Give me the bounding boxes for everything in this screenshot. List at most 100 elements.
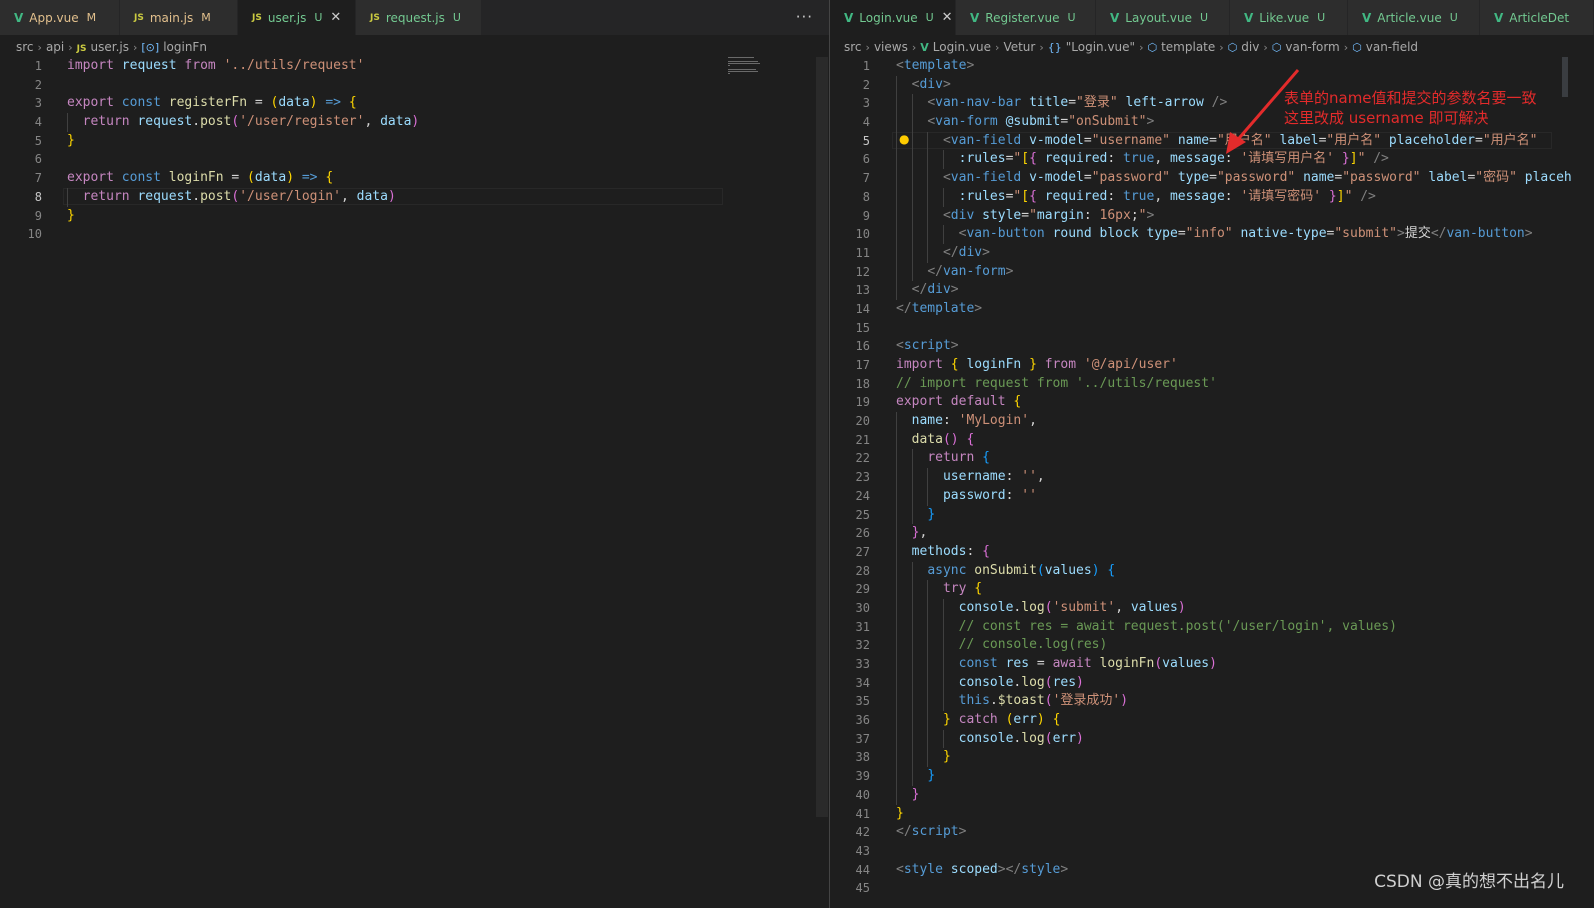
code-text: async onSubmit(values) {	[896, 562, 1115, 581]
cube-icon: ⬡	[1271, 41, 1282, 54]
chevron-right-icon: ›	[911, 40, 917, 54]
breadcrumb-label: views	[873, 40, 908, 54]
code-token: </	[911, 282, 928, 298]
code-token: =	[223, 170, 248, 186]
code-token: err	[1052, 730, 1077, 746]
breadcrumb-item[interactable]: {} "Login.vue"	[1048, 40, 1135, 54]
code-text: data() {	[896, 431, 975, 450]
code-editor-login-vue[interactable]: 1 <template> 2 <div> 3 <van-nav-bar title="…	[830, 57, 1594, 898]
tab-login-vue[interactable]: V Login.vue U ✕	[830, 0, 956, 35]
code-token: ()	[942, 431, 959, 447]
breadcrumb-item[interactable]: src	[844, 40, 862, 54]
breadcrumb-item[interactable]: ⬡ template	[1147, 40, 1215, 54]
code-token: <	[896, 58, 904, 73]
code-token: van-button	[1446, 226, 1525, 242]
line-number: 31	[855, 619, 870, 634]
breadcrumb-item[interactable]: ⬡ div	[1228, 40, 1260, 54]
code-token: "password"	[1216, 170, 1296, 186]
code-token: )	[1076, 730, 1084, 746]
code-line: 26 },	[830, 524, 1594, 543]
tab-article-vue[interactable]: V Article.vue U	[1348, 0, 1480, 35]
breadcrumb-label: user.js	[90, 40, 129, 54]
code-text: }	[67, 132, 75, 151]
tab-layout-vue[interactable]: V Layout.vue U	[1096, 0, 1230, 35]
tab-request-js[interactable]: JS request.js U	[356, 0, 482, 35]
code-line: 7 <van-field v-model="password" type="pa…	[830, 169, 1594, 188]
line-number: 16	[855, 339, 870, 354]
code-token: ,	[919, 525, 928, 541]
close-icon[interactable]: ✕	[330, 10, 341, 25]
breadcrumb-item[interactable]: Vetur	[1003, 40, 1035, 54]
code-line: 19 export default {	[830, 393, 1594, 412]
git-status-badge: M	[86, 11, 97, 24]
tab-articledet[interactable]: V ArticleDet	[1480, 0, 1594, 35]
code-token: }	[1328, 188, 1337, 204]
code-token: "密码"	[1475, 170, 1517, 186]
line-number: 3	[862, 96, 870, 111]
tab-label: Register.vue	[985, 10, 1060, 25]
code-line: 10	[0, 225, 829, 244]
code-token: v-model	[1029, 132, 1084, 148]
lightbulb-icon[interactable]: ●	[899, 132, 909, 146]
chevron-right-icon: ›	[1139, 40, 1144, 54]
code-token: res	[1005, 656, 1030, 671]
more-actions-icon[interactable]: ···	[796, 8, 813, 26]
breadcrumb-item[interactable]: api	[46, 40, 64, 54]
js-file-icon: JS	[370, 12, 380, 23]
breadcrumb-item[interactable]: V Login.vue	[920, 40, 991, 54]
tab-app-vue[interactable]: V App.vue M	[0, 0, 120, 35]
code-text: </div>	[896, 244, 990, 263]
close-icon[interactable]: ✕	[942, 10, 953, 25]
tab-main-js[interactable]: JS main.js M	[120, 0, 238, 35]
code-line: 6 :rules="[{ required: true, message: '请…	[830, 150, 1594, 170]
breadcrumb-item[interactable]: [⊙] loginFn	[141, 40, 207, 54]
breadcrumb-item[interactable]: views	[874, 40, 908, 54]
code-token: request	[137, 188, 193, 204]
cube-icon: ⬡	[1147, 41, 1158, 54]
breadcrumb-item[interactable]: ⬡ van-field	[1352, 40, 1418, 54]
code-token: label	[1428, 170, 1468, 186]
breadcrumb-item[interactable]: ⬡ van-form	[1272, 40, 1340, 54]
tab-register-vue[interactable]: V Register.vue U	[956, 0, 1096, 35]
overview-ruler[interactable]	[1562, 57, 1568, 97]
code-token: 'submit'	[1052, 599, 1116, 615]
line-number: 2	[34, 77, 42, 92]
code-text: const res = await loginFn(values)	[896, 655, 1217, 674]
breadcrumb-item[interactable]: src	[16, 40, 34, 54]
code-token: [	[1021, 151, 1030, 167]
line-number: 12	[855, 264, 870, 279]
code-token: >	[950, 282, 959, 298]
code-line: 35 this.$toast('登录成功')	[830, 692, 1594, 712]
git-status-badge: U	[1317, 11, 1326, 24]
code-text: </script>	[896, 823, 966, 842]
code-editor-user-js[interactable]: 1 import request from '../utils/request' 2…	[0, 57, 829, 244]
code-token: (	[1044, 674, 1053, 690]
code-token: <	[896, 861, 904, 877]
code-token: values	[1044, 562, 1092, 578]
minimap[interactable]	[728, 57, 788, 77]
code-token: export	[896, 394, 943, 410]
tab-user-js[interactable]: JS user.js U ✕	[238, 0, 356, 35]
tab-like-vue[interactable]: V Like.vue U	[1230, 0, 1348, 35]
code-token: }	[896, 805, 904, 821]
vertical-scrollbar[interactable]	[816, 57, 828, 817]
breadcrumb-item[interactable]: JS user.js	[77, 40, 129, 54]
code-token: :	[1107, 188, 1124, 204]
code-token: log	[1021, 674, 1045, 690]
code-token: "password"	[1342, 170, 1421, 186]
code-token: registerFn	[168, 95, 248, 111]
code-text: <template>	[896, 57, 974, 76]
code-token: true	[1123, 188, 1155, 204]
code-token: )	[286, 170, 295, 186]
code-token: (	[1044, 599, 1053, 615]
